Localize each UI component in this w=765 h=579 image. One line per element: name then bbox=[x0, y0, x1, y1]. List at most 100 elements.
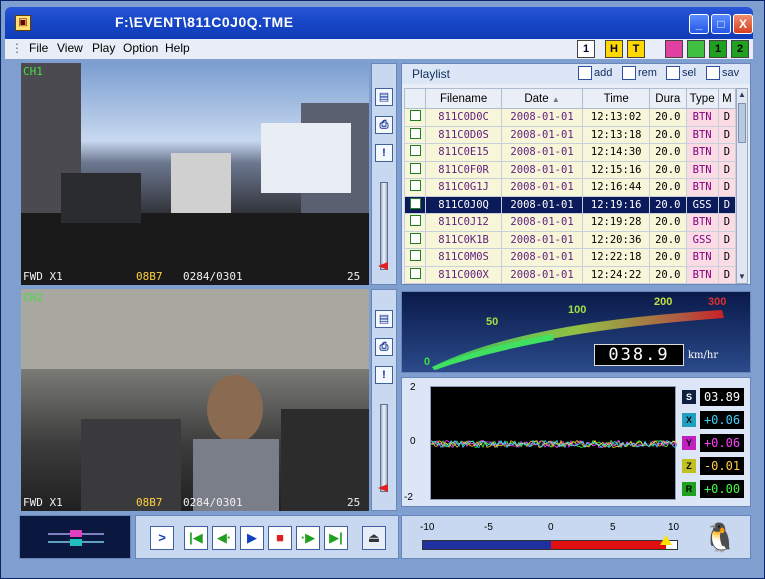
table-row[interactable]: 811C0E15 2008-01-01 12:14:30 20.0 BTN D bbox=[403, 143, 737, 162]
scrollbar-thumb[interactable] bbox=[738, 103, 746, 143]
table-row[interactable]: 811C0J12 2008-01-01 12:19:28 20.0 BTN D bbox=[403, 213, 737, 232]
meter-tick: -10 bbox=[420, 522, 435, 533]
col-type[interactable]: Type bbox=[685, 88, 719, 109]
table-row[interactable]: 811C0M0S 2008-01-01 12:22:18 20.0 BTN D bbox=[403, 248, 737, 267]
step-back-icon[interactable]: ◀· bbox=[212, 526, 236, 550]
fit-icon[interactable]: H bbox=[605, 40, 623, 58]
cell-m: D bbox=[717, 248, 737, 267]
video-channel-1[interactable]: CH1 FWD X1 08B7 0284/0301 25 bbox=[21, 63, 369, 285]
cell-type: BTN bbox=[685, 160, 719, 179]
col-time[interactable]: Time bbox=[582, 88, 650, 109]
col-m[interactable]: M bbox=[717, 88, 737, 109]
row-checkbox[interactable] bbox=[409, 145, 421, 157]
table-row[interactable]: 811C0K1B 2008-01-01 12:20:36 20.0 GSS D bbox=[403, 230, 737, 249]
table-row[interactable]: 811C0G1J 2008-01-01 12:16:44 20.0 BTN D bbox=[403, 178, 737, 197]
balance-meter-panel: -10 -5 0 5 10 🐧 bbox=[401, 515, 751, 559]
minimize-button[interactable]: _ bbox=[689, 14, 709, 34]
video-channel-2[interactable]: CH2 FWD X1 08B7 0284/0301 25 bbox=[21, 289, 369, 511]
alert-icon[interactable]: ! bbox=[375, 366, 393, 384]
row-checkbox[interactable] bbox=[409, 250, 421, 262]
row-checkbox[interactable] bbox=[409, 127, 421, 139]
layout-1-icon[interactable]: 1 bbox=[709, 40, 727, 58]
table-row[interactable]: 811C0D0C 2008-01-01 12:13:02 20.0 BTN D bbox=[403, 108, 737, 127]
row-checkbox[interactable] bbox=[409, 232, 421, 244]
title-bar[interactable]: ▣ F:\EVENT\811C0J0Q.TME _ □ X bbox=[5, 7, 753, 39]
save-list-icon bbox=[706, 66, 720, 80]
menu-option[interactable]: Option bbox=[123, 41, 158, 55]
gsensor-value-x: +0.06 bbox=[700, 411, 744, 429]
volume-slider[interactable] bbox=[380, 182, 388, 270]
menu-view[interactable]: View bbox=[57, 41, 83, 55]
playlist-scrollbar[interactable]: ▲ ▼ bbox=[736, 88, 748, 284]
menu-help[interactable]: Help bbox=[165, 41, 190, 55]
remove-button[interactable]: rem bbox=[622, 66, 657, 80]
list-view-icon[interactable] bbox=[665, 40, 683, 58]
table-row[interactable]: 811C0D0S 2008-01-01 12:13:18 20.0 BTN D bbox=[403, 125, 737, 144]
volume-slider[interactable] bbox=[380, 404, 388, 492]
gsensor-toggle-x[interactable]: X bbox=[682, 413, 696, 427]
scroll-up-icon[interactable]: ▲ bbox=[738, 90, 746, 100]
cell-time: 12:19:16 bbox=[582, 195, 650, 214]
channel-label: CH1 bbox=[23, 65, 43, 78]
table-row[interactable]: 811C0F0R 2008-01-01 12:15:16 20.0 BTN D bbox=[403, 160, 737, 179]
print-icon[interactable]: ⎙ bbox=[375, 338, 393, 356]
video-2-sidebar: ▤ ⎙ ! bbox=[371, 289, 397, 511]
cell-dura: 20.0 bbox=[649, 195, 687, 214]
gsensor-value-s: 03.89 bbox=[700, 388, 744, 406]
col-filename[interactable]: Filename bbox=[425, 88, 502, 109]
row-checkbox[interactable] bbox=[409, 162, 421, 174]
cell-type: BTN bbox=[685, 178, 719, 197]
cell-filename: 811C0E15 bbox=[425, 143, 502, 162]
print-icon[interactable]: ⎙ bbox=[375, 116, 393, 134]
play-icon[interactable]: > bbox=[150, 526, 174, 550]
cell-filename: 811C0D0S bbox=[425, 125, 502, 144]
table-row[interactable]: 811C0J0Q 2008-01-01 12:19:16 20.0 GSS D bbox=[403, 195, 737, 214]
app-icon[interactable]: ▣ bbox=[15, 15, 31, 31]
row-checkbox[interactable] bbox=[409, 267, 421, 279]
row-checkbox[interactable] bbox=[409, 215, 421, 227]
save-icon[interactable]: ▤ bbox=[375, 88, 393, 106]
save-icon[interactable]: ▤ bbox=[375, 310, 393, 328]
gsensor-toggle-y[interactable]: Y bbox=[682, 436, 696, 450]
eject-icon[interactable]: ⏏ bbox=[362, 526, 386, 550]
maximize-button[interactable]: □ bbox=[711, 14, 731, 34]
close-button[interactable]: X bbox=[733, 14, 753, 34]
split-icon[interactable]: T bbox=[627, 40, 645, 58]
col-dura[interactable]: Dura bbox=[649, 88, 687, 109]
row-checkbox[interactable] bbox=[409, 180, 421, 192]
play-alt-icon[interactable]: ▶ bbox=[240, 526, 264, 550]
channel-balance-control[interactable] bbox=[19, 515, 131, 559]
step-forward-icon[interactable]: ·▶ bbox=[296, 526, 320, 550]
meter-negative-fill bbox=[423, 541, 551, 549]
gsensor-toggle-z[interactable]: Z bbox=[682, 459, 696, 473]
row-checkbox[interactable] bbox=[409, 197, 421, 209]
table-row[interactable]: 811C000X 2008-01-01 12:24:22 20.0 BTN D bbox=[403, 265, 737, 284]
app-window: ▣ F:\EVENT\811C0J0Q.TME _ □ X ⋮ File Vie… bbox=[0, 0, 765, 579]
cell-type: BTN bbox=[685, 213, 719, 232]
row-checkbox[interactable] bbox=[409, 110, 421, 122]
cell-filename: 811C0J0Q bbox=[425, 195, 502, 214]
menu-file[interactable]: File bbox=[29, 41, 48, 55]
grid-view-icon[interactable] bbox=[687, 40, 705, 58]
stop-icon[interactable]: ■ bbox=[268, 526, 292, 550]
add-button[interactable]: add bbox=[578, 66, 612, 80]
cell-date: 2008-01-01 bbox=[500, 178, 584, 197]
select-icon bbox=[666, 66, 680, 80]
layout-2-icon[interactable]: 2 bbox=[731, 40, 749, 58]
skip-start-icon[interactable]: |◀ bbox=[184, 526, 208, 550]
alert-icon[interactable]: ! bbox=[375, 144, 393, 162]
save-list-button[interactable]: sav bbox=[706, 66, 739, 80]
row-checkbox-cell bbox=[403, 265, 427, 284]
cell-m: D bbox=[717, 143, 737, 162]
meter-marker bbox=[660, 535, 673, 545]
select-button[interactable]: sel bbox=[666, 66, 696, 80]
col-date[interactable]: Date ▲ bbox=[500, 88, 584, 109]
gsensor-toggle-r[interactable]: R bbox=[682, 482, 696, 496]
channel-1-icon[interactable]: 1 bbox=[577, 40, 595, 58]
row-checkbox-cell bbox=[403, 160, 427, 179]
gsensor-toggle-s[interactable]: S bbox=[682, 390, 696, 404]
gauge-label-300: 300 bbox=[708, 296, 727, 308]
scroll-down-icon[interactable]: ▼ bbox=[738, 272, 746, 282]
skip-end-icon[interactable]: ▶| bbox=[324, 526, 348, 550]
menu-play[interactable]: Play bbox=[92, 41, 115, 55]
